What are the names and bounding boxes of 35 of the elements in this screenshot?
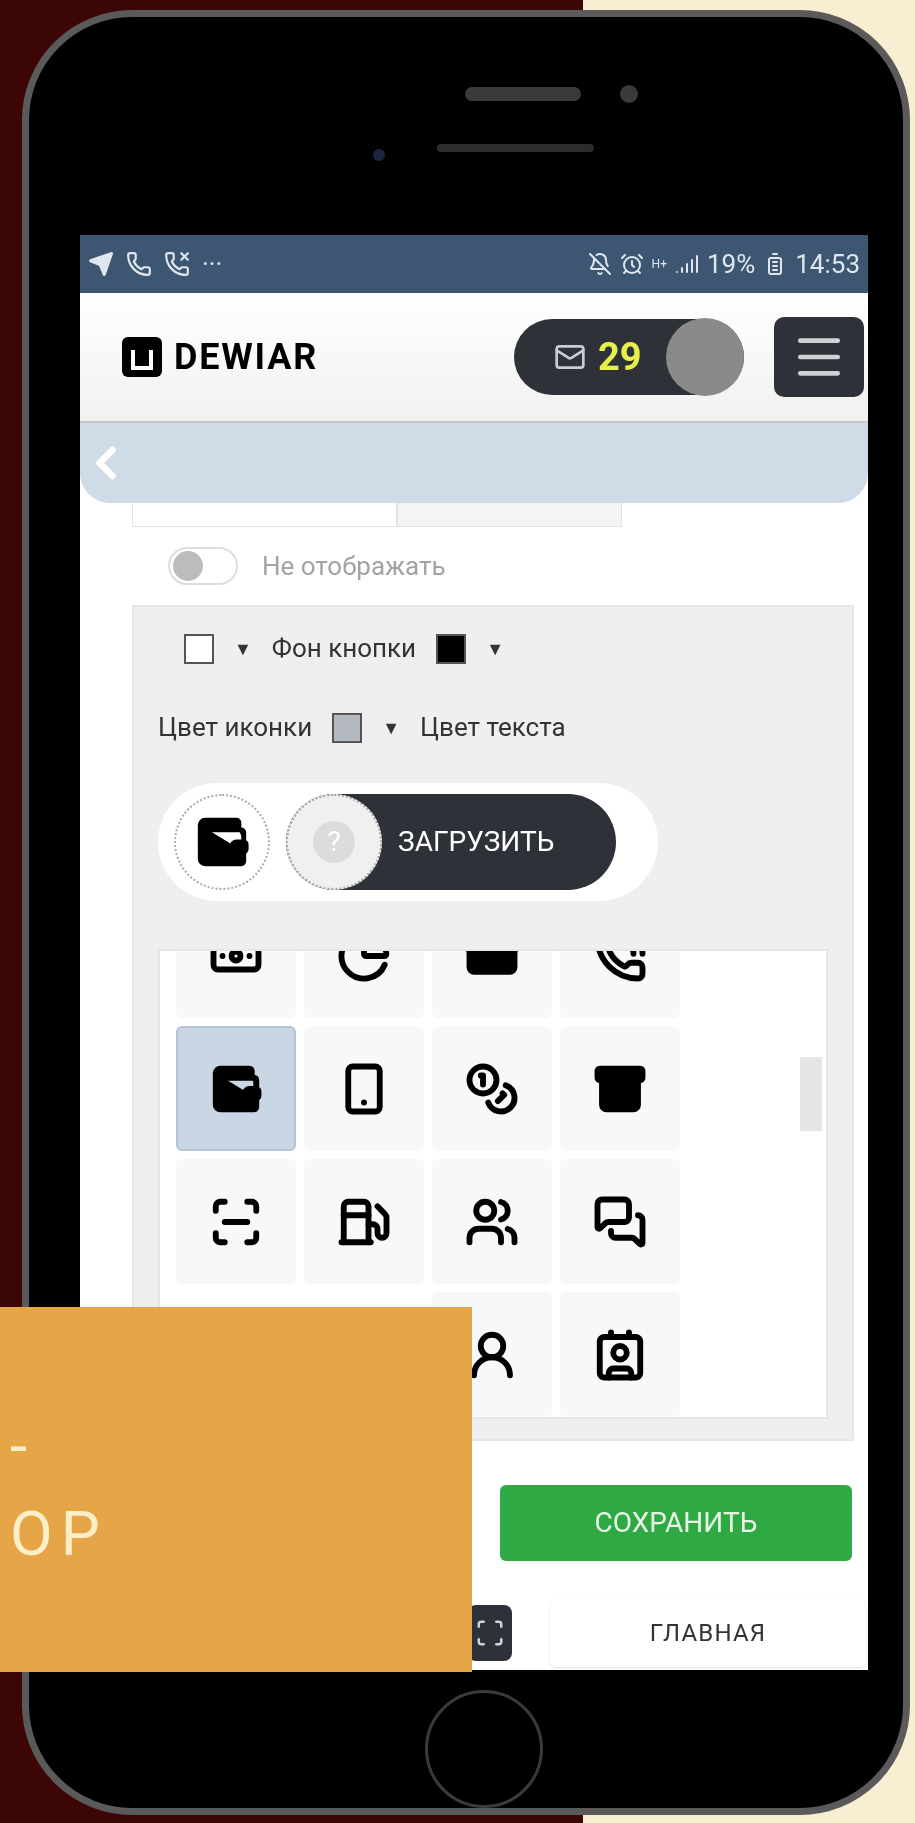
clock-time: 14:53: [795, 247, 860, 281]
more-notifications: ···: [202, 247, 223, 281]
signal-icon: [674, 252, 699, 276]
dropdown-caret[interactable]: ▼: [382, 714, 400, 741]
alarm-icon: [619, 252, 644, 276]
message-count: 29: [598, 333, 642, 381]
toggle-label: Не отображать: [262, 549, 446, 583]
dropdown-caret[interactable]: ▼: [486, 635, 504, 662]
color-label: Фон кнопки: [271, 632, 417, 665]
help-icon: ?: [313, 821, 355, 863]
logo-text: DEWIAR: [174, 335, 319, 380]
network-type: H+: [651, 256, 667, 273]
banner-text: ОР: [9, 1502, 109, 1565]
missed-call-icon: [164, 251, 190, 277]
send-icon: [88, 251, 114, 277]
camera-lens: [373, 149, 385, 161]
dropdown-caret[interactable]: ▼: [234, 635, 252, 662]
scrollbar-thumb[interactable]: [800, 1057, 822, 1131]
color-swatch[interactable]: [436, 633, 467, 664]
logo-icon: [122, 337, 162, 377]
upload-button[interactable]: ? ЗАГРУЗИТЬ: [286, 794, 616, 890]
mute-icon: [587, 252, 612, 276]
phone-icon: [126, 251, 152, 277]
battery-percent: 19%: [706, 247, 756, 281]
color-label: Цвет текста: [420, 711, 566, 744]
color-label: Цвет иконки: [158, 711, 313, 744]
menu-button[interactable]: [774, 317, 864, 397]
visibility-toggle[interactable]: [168, 547, 238, 585]
home-button[interactable]: ГЛАВНАЯ: [550, 1599, 866, 1667]
chat-icon: [593, 1194, 647, 1249]
color-swatch[interactable]: [332, 712, 363, 743]
banner-text: -: [9, 1414, 37, 1477]
color-swatch[interactable]: [184, 633, 214, 664]
scan-icon: [475, 1618, 505, 1648]
profile-pill[interactable]: 29: [514, 319, 744, 395]
